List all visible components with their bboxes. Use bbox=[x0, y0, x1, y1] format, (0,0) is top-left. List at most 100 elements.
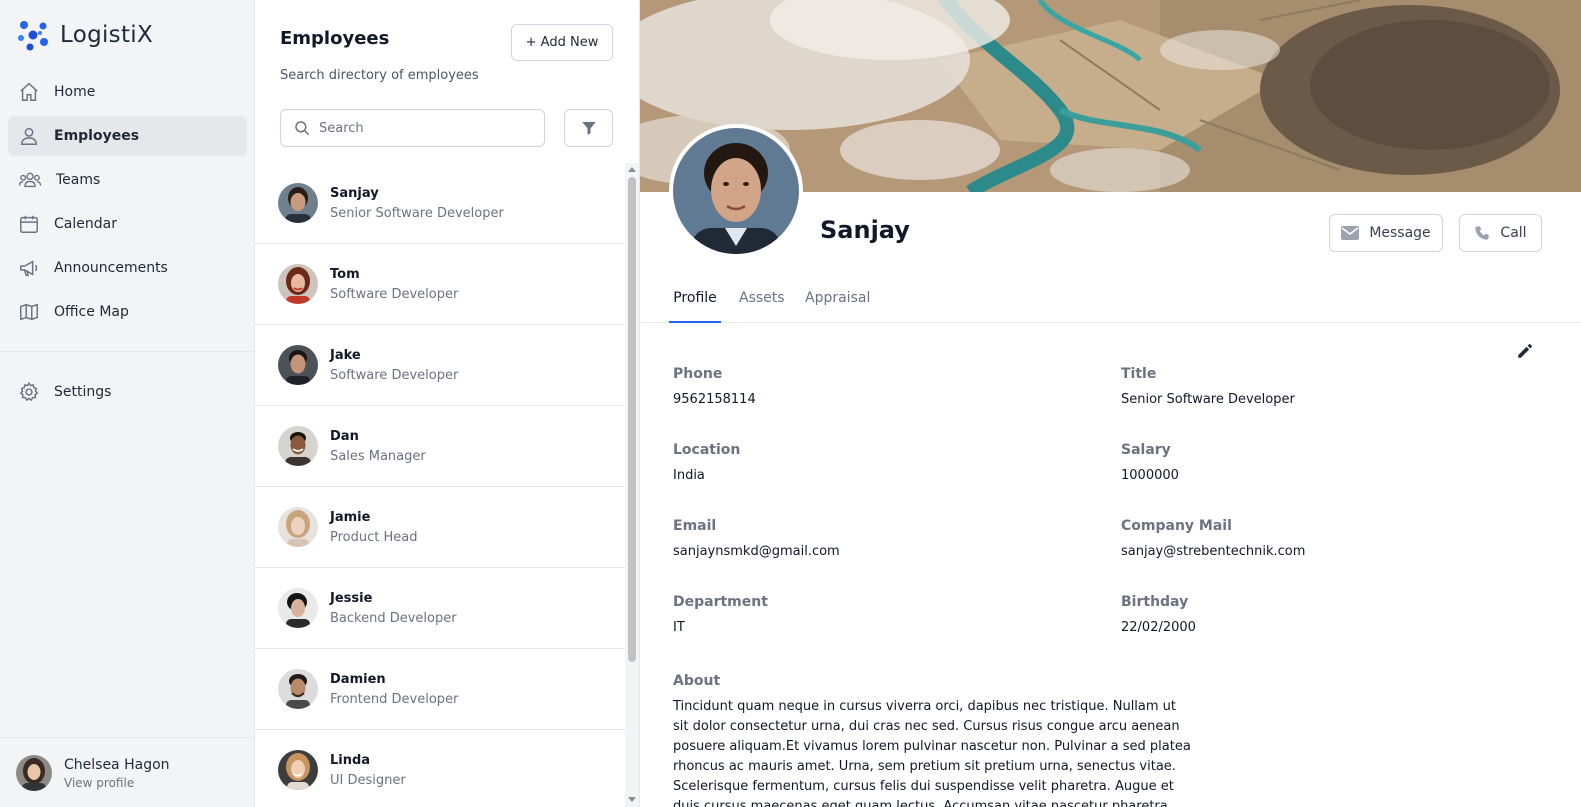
sidebar-item-label: Office Map bbox=[54, 304, 129, 320]
employee-profile: Sanjay Message Call Profile Assets Appra… bbox=[640, 0, 1581, 807]
field-value: 9562158114 bbox=[673, 392, 756, 407]
list-item[interactable]: Sanjay Senior Software Developer bbox=[255, 163, 625, 244]
employee-role: Sales Manager bbox=[330, 448, 426, 464]
filter-icon bbox=[581, 122, 596, 135]
employee-role: Software Developer bbox=[330, 367, 459, 383]
birthday-field: Birthday 22/02/2000 bbox=[1121, 594, 1196, 635]
avatar bbox=[278, 588, 318, 628]
avatar bbox=[673, 128, 799, 254]
avatar bbox=[278, 750, 318, 790]
edit-button[interactable] bbox=[1516, 342, 1534, 364]
directory-scrollbar[interactable] bbox=[625, 163, 639, 807]
message-button[interactable]: Message bbox=[1329, 214, 1443, 252]
tab-appraisal[interactable]: Appraisal bbox=[805, 283, 870, 323]
sidebar-item-settings[interactable]: Settings bbox=[8, 372, 247, 412]
pencil-icon bbox=[1518, 344, 1532, 358]
field-label: Salary bbox=[1121, 442, 1171, 458]
sidebar-item-office-map[interactable]: Office Map bbox=[8, 292, 247, 332]
field-label: Location bbox=[673, 442, 741, 458]
employee-role: Software Developer bbox=[330, 286, 459, 302]
field-value: India bbox=[673, 468, 705, 483]
list-item[interactable]: Jamie Product Head bbox=[255, 487, 625, 568]
list-item[interactable]: Linda UI Designer bbox=[255, 730, 625, 807]
directory-title: Employees bbox=[280, 28, 390, 49]
employee-name: Jessie bbox=[330, 590, 373, 606]
sidebar-item-label: Settings bbox=[54, 384, 112, 400]
sidebar-item-label: Calendar bbox=[54, 216, 117, 232]
scroll-down-icon[interactable] bbox=[628, 797, 636, 802]
field-value: 1000000 bbox=[1121, 468, 1179, 483]
profile-avatar bbox=[669, 124, 803, 258]
field-label: Department bbox=[673, 594, 768, 610]
tab-profile[interactable]: Profile bbox=[669, 283, 721, 323]
list-item[interactable]: Damien Frontend Developer bbox=[255, 649, 625, 730]
field-label: Email bbox=[673, 518, 717, 534]
sidebar-divider bbox=[0, 351, 255, 352]
directory-subtitle: Search directory of employees bbox=[280, 68, 479, 83]
add-new-button[interactable]: + Add New bbox=[511, 24, 613, 61]
search-input[interactable] bbox=[319, 120, 539, 136]
sidebar: LogistiX Home Employees Teams Calendar A… bbox=[0, 0, 255, 807]
company-mail-field: Company Mail sanjay@strebentechnik.com bbox=[1121, 518, 1305, 559]
sidebar-item-label: Home bbox=[54, 84, 96, 100]
phone-icon bbox=[1475, 226, 1490, 240]
about-text: Tincidunt quam neque in cursus viverra o… bbox=[673, 699, 1191, 807]
list-item[interactable]: Jessie Backend Developer bbox=[255, 568, 625, 649]
employee-name: Tom bbox=[330, 266, 360, 282]
field-value: IT bbox=[673, 620, 685, 635]
home-icon bbox=[20, 82, 38, 101]
user-icon bbox=[20, 127, 38, 145]
filter-button[interactable] bbox=[564, 109, 613, 147]
scroll-up-icon[interactable] bbox=[628, 167, 636, 172]
avatar bbox=[16, 755, 52, 791]
map-icon bbox=[20, 303, 38, 321]
call-button[interactable]: Call bbox=[1459, 214, 1542, 252]
field-value: sanjaynsmkd@gmail.com bbox=[673, 544, 840, 559]
list-item[interactable]: Tom Software Developer bbox=[255, 244, 625, 325]
employee-role: UI Designer bbox=[330, 772, 406, 788]
avatar bbox=[278, 507, 318, 547]
avatar bbox=[278, 345, 318, 385]
avatar bbox=[278, 264, 318, 304]
users-icon bbox=[18, 172, 42, 188]
list-item[interactable]: Jake Software Developer bbox=[255, 325, 625, 406]
app-name: LogistiX bbox=[60, 22, 154, 48]
avatar bbox=[278, 426, 318, 466]
current-user[interactable]: Chelsea Hagon View profile bbox=[16, 755, 170, 791]
avatar bbox=[278, 669, 318, 709]
employee-name: Damien bbox=[330, 671, 386, 687]
profile-tabs: Profile Assets Appraisal bbox=[640, 283, 1581, 323]
field-label: Company Mail bbox=[1121, 518, 1232, 534]
profile-name: Sanjay bbox=[820, 216, 910, 244]
sidebar-item-calendar[interactable]: Calendar bbox=[8, 204, 247, 244]
field-label: Birthday bbox=[1121, 594, 1189, 610]
search-field[interactable] bbox=[280, 109, 545, 147]
sidebar-divider bbox=[0, 737, 255, 738]
employee-role: Product Head bbox=[330, 529, 418, 545]
employee-name: Jake bbox=[330, 347, 361, 363]
view-profile-link[interactable]: View profile bbox=[64, 776, 170, 790]
list-item[interactable]: Dan Sales Manager bbox=[255, 406, 625, 487]
about-section: About Tincidunt quam neque in cursus viv… bbox=[673, 673, 1193, 807]
employee-role: Frontend Developer bbox=[330, 691, 459, 707]
app-logo[interactable]: LogistiX bbox=[16, 18, 153, 52]
employee-list: Sanjay Senior Software Developer Tom Softw… bbox=[255, 163, 625, 807]
main-nav: Home Employees Teams Calendar Announceme… bbox=[8, 72, 247, 336]
field-value: Senior Software Developer bbox=[1121, 392, 1295, 407]
sidebar-item-teams[interactable]: Teams bbox=[8, 160, 247, 200]
tab-assets[interactable]: Assets bbox=[739, 283, 785, 323]
sidebar-item-label: Teams bbox=[56, 172, 101, 188]
employee-role: Backend Developer bbox=[330, 610, 457, 626]
field-value: sanjay@strebentechnik.com bbox=[1121, 544, 1306, 559]
sidebar-item-home[interactable]: Home bbox=[8, 72, 247, 112]
field-label: Title bbox=[1121, 366, 1157, 382]
logo-icon bbox=[18, 21, 48, 51]
sidebar-item-announcements[interactable]: Announcements bbox=[8, 248, 247, 288]
scroll-thumb[interactable] bbox=[628, 177, 636, 662]
employee-role: Senior Software Developer bbox=[330, 205, 504, 221]
secondary-nav: Settings bbox=[8, 372, 247, 416]
employee-name: Sanjay bbox=[330, 185, 379, 201]
user-name: Chelsea Hagon bbox=[64, 756, 170, 773]
sidebar-item-employees[interactable]: Employees bbox=[8, 116, 247, 156]
department-field: Department IT bbox=[673, 594, 768, 635]
